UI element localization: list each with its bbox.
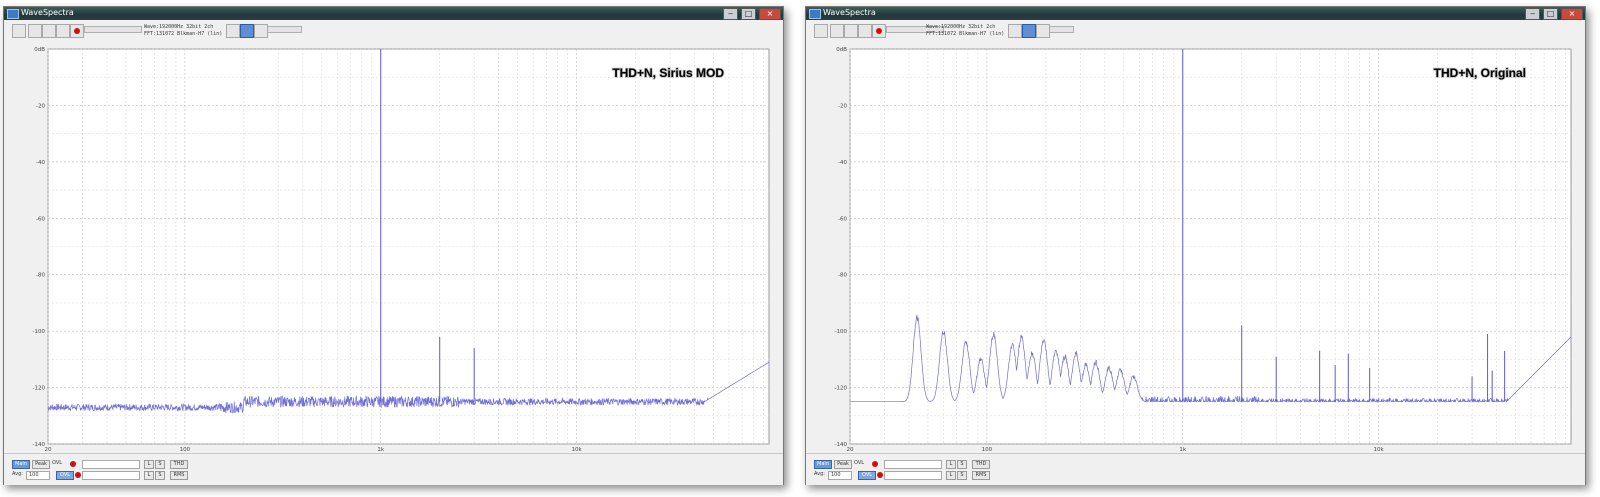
plot-annotation: THD+N, Sirius MOD <box>612 66 724 80</box>
rms-button[interactable]: RMS <box>972 471 990 480</box>
y-tick-label: -60 <box>838 216 847 222</box>
level-field <box>884 471 942 480</box>
level-meter <box>84 26 142 33</box>
avg-select[interactable]: 100 <box>26 471 50 480</box>
ovl-label: OVL <box>854 460 865 466</box>
toolbar: Wave:192000Hz 32bit 2ch FFT:131072 Blkma… <box>806 20 1585 41</box>
play-icon[interactable] <box>830 24 844 38</box>
rms-button[interactable]: RMS <box>170 471 188 480</box>
open-file-icon[interactable] <box>12 24 26 38</box>
plot-annotation: THD+N, Original <box>1434 66 1526 80</box>
l-button[interactable]: L <box>144 471 154 480</box>
record-icon[interactable] <box>872 24 886 38</box>
l-button[interactable]: L <box>946 471 956 480</box>
y-tick-label: -60 <box>36 216 45 222</box>
window-title: WaveSpectra <box>21 8 74 17</box>
maximize-button[interactable]: □ <box>1543 8 1558 20</box>
y-tick-label: -100 <box>835 329 848 335</box>
stop-icon[interactable] <box>42 24 56 38</box>
play-icon[interactable] <box>28 24 42 38</box>
title-bar[interactable]: WaveSpectra ‒ □ × <box>4 7 783 20</box>
level-field <box>82 471 140 480</box>
main-button[interactable]: Main <box>12 460 30 469</box>
s-button[interactable]: S <box>155 471 165 480</box>
l-button[interactable]: L <box>946 460 956 469</box>
s-button[interactable]: S <box>957 460 967 469</box>
avg-value: 100 <box>831 472 841 478</box>
ovl-indicator <box>70 461 76 467</box>
toolbar: Wave:192000Hz 32bit 2ch FFT:131072 Blkma… <box>4 20 783 41</box>
y-tick-label: 0dB <box>34 47 45 53</box>
avg-select[interactable]: 100 <box>828 471 852 480</box>
close-button[interactable]: × <box>759 8 781 20</box>
y-tick-label: -20 <box>838 103 847 109</box>
title-bar[interactable]: WaveSpectra ‒ □ × <box>806 7 1585 20</box>
y-tick-label: 0dB <box>836 47 847 53</box>
level-field <box>82 460 140 469</box>
open-file-icon[interactable] <box>814 24 828 38</box>
y-tick-label: -120 <box>835 386 848 392</box>
record-icon[interactable] <box>70 24 84 38</box>
wave-view-icon[interactable] <box>1008 24 1022 38</box>
bottom-panel: Main Peak OVL L S THD Avg: 100 OVL L S R… <box>806 453 1585 485</box>
y-tick-label: -40 <box>838 160 847 166</box>
app-icon <box>7 9 19 19</box>
y-tick-label: -40 <box>36 160 45 166</box>
ovl-label: OVL <box>52 460 63 466</box>
fft-format-text: FFT:131072 Blkman-H7 (lin) <box>926 31 1005 37</box>
peak-button[interactable]: Peak <box>834 460 852 469</box>
format-info: Wave:192000Hz 32bit 2ch FFT:131072 Blkma… <box>926 24 1004 38</box>
minimize-button[interactable]: ‒ <box>1525 8 1540 20</box>
ovl-indicator <box>877 472 883 478</box>
ovl-button[interactable]: OVL <box>56 471 74 480</box>
level-field <box>884 460 942 469</box>
l-button[interactable]: L <box>144 460 154 469</box>
wavespectra-window-right: WaveSpectra ‒ □ × Wave:192000Hz 32bit 2c… <box>805 6 1586 485</box>
pause-icon[interactable] <box>858 24 872 38</box>
peak-button[interactable]: Peak <box>32 460 50 469</box>
spectrum-view-icon[interactable] <box>1022 24 1036 38</box>
avg-label: Avg: <box>12 471 23 477</box>
y-tick-label: -100 <box>33 329 46 335</box>
y-tick-label: -120 <box>33 386 46 392</box>
s-button[interactable]: S <box>155 460 165 469</box>
settings-icon[interactable] <box>254 24 268 38</box>
bottom-panel: Main Peak OVL L S THD Avg: 100 OVL L S R… <box>4 453 783 485</box>
fft-format-text: FFT:131072 Blkman-H7 (lin) <box>144 31 223 37</box>
wave-format-text: Wave:192000Hz 32bit 2ch <box>144 24 214 30</box>
maximize-button[interactable]: □ <box>741 8 756 20</box>
format-info: Wave:192000Hz 32bit 2ch FFT:131072 Blkma… <box>144 24 222 38</box>
avg-label: Avg: <box>814 471 825 477</box>
stop-icon[interactable] <box>844 24 858 38</box>
minimize-button[interactable]: ‒ <box>723 8 738 20</box>
close-button[interactable]: × <box>1561 8 1583 20</box>
app-icon <box>809 9 821 19</box>
main-button[interactable]: Main <box>814 460 832 469</box>
settings-icon[interactable] <box>1036 24 1050 38</box>
pause-icon[interactable] <box>56 24 70 38</box>
ovl-button[interactable]: OVL <box>858 471 876 480</box>
thd-button[interactable]: THD <box>170 460 188 469</box>
spectrum-view-icon[interactable] <box>240 24 254 38</box>
window-title: WaveSpectra <box>823 8 876 17</box>
avg-value: 100 <box>29 472 39 478</box>
wave-format-text: Wave:192000Hz 32bit 2ch <box>926 24 996 30</box>
y-tick-label: -80 <box>838 273 847 279</box>
y-tick-label: -20 <box>36 103 45 109</box>
wave-view-icon[interactable] <box>226 24 240 38</box>
s-button[interactable]: S <box>957 471 967 480</box>
spectrum-plot[interactable]: 0dB-20-40-60-80-100-120-14020 100 1k 10kTHD… <box>4 41 783 453</box>
y-tick-label: -80 <box>36 273 45 279</box>
ovl-indicator <box>872 461 878 467</box>
ovl-indicator <box>75 472 81 478</box>
spectrum-plot[interactable]: 0dB-20-40-60-80-100-120-14020 100 1k 10kTHD… <box>806 41 1585 453</box>
thd-button[interactable]: THD <box>972 460 990 469</box>
wavespectra-window-left: WaveSpectra ‒ □ × Wave:192000Hz 32bit 2c… <box>3 6 784 485</box>
